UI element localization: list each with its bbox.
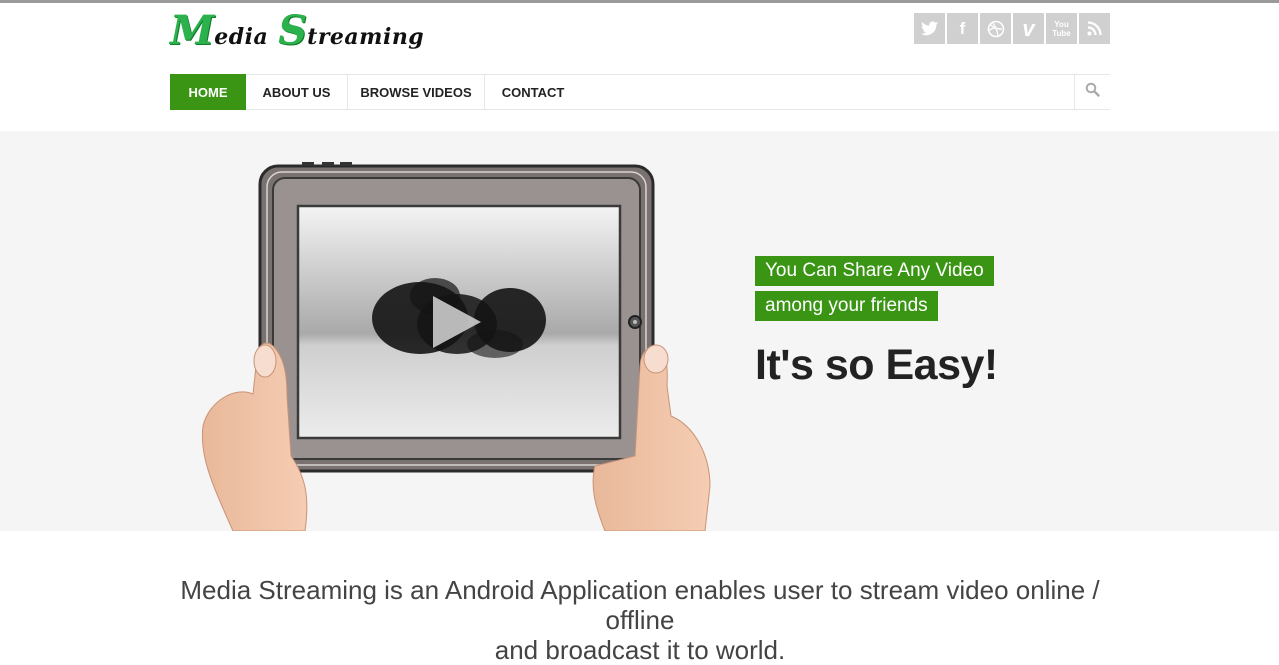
intro-line-1: Media Streaming is an Android Applicatio… xyxy=(180,575,1100,635)
hero-tagline-1: You Can Share Any Video xyxy=(755,256,994,286)
search-icon xyxy=(1085,82,1100,102)
nav-item-home[interactable]: HOME xyxy=(170,74,246,110)
social-links: f v You Tube xyxy=(914,13,1110,44)
intro-text: Media Streaming is an Android Applicatio… xyxy=(170,575,1110,665)
dribbble-icon[interactable] xyxy=(980,13,1011,44)
site-logo[interactable]: M edia S treaming xyxy=(170,8,424,54)
hero-tagline-2: among your friends xyxy=(755,291,938,321)
intro-line-2: and broadcast it to world. xyxy=(494,635,786,665)
nav-item-about-us[interactable]: ABOUT US xyxy=(246,75,348,109)
rss-icon[interactable] xyxy=(1079,13,1110,44)
vimeo-icon[interactable]: v xyxy=(1013,13,1044,44)
top-border xyxy=(0,0,1279,3)
logo-word-media: edia xyxy=(214,24,269,50)
youtube-icon[interactable]: You Tube xyxy=(1046,13,1077,44)
tablet-hands-illustration xyxy=(201,162,711,531)
hero-banner: You Can Share Any Video among your frien… xyxy=(0,131,1279,531)
logo-word-streaming: treaming xyxy=(307,24,425,50)
main-nav: HOME ABOUT US BROWSE VIDEOS CONTACT xyxy=(170,74,1110,110)
logo-letter-m: M xyxy=(170,7,215,54)
twitter-icon[interactable] xyxy=(914,13,945,44)
logo-letter-s: S xyxy=(278,7,308,54)
search-button[interactable] xyxy=(1074,75,1110,109)
facebook-icon[interactable]: f xyxy=(947,13,978,44)
nav-item-contact[interactable]: CONTACT xyxy=(485,75,581,109)
nav-item-browse-videos[interactable]: BROWSE VIDEOS xyxy=(348,75,485,109)
hero-headline: It's so Easy! xyxy=(755,341,998,389)
